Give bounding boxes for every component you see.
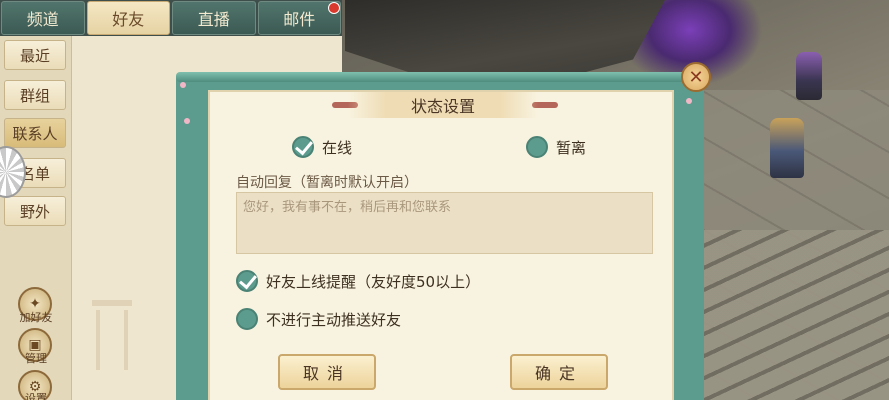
away-radio-icon[interactable]: [526, 136, 548, 158]
status-settings-dialog: 状态设置 ✕ 在线 暂离 自动回复（暂离时默认开启） 您好，我有事不在，稍后再和…: [176, 62, 711, 400]
blossom-decoration: [180, 82, 186, 88]
tab-channel[interactable]: 频道: [1, 1, 85, 35]
manage-label: 管理: [25, 352, 47, 365]
sidebar-item-recent[interactable]: 最近: [4, 40, 66, 70]
close-icon: ✕: [688, 66, 704, 88]
status-online-label: 在线: [322, 138, 353, 157]
cancel-button[interactable]: 取消: [278, 354, 376, 390]
sidebar-item-field[interactable]: 野外: [4, 196, 66, 226]
friend-online-alert-label: 好友上线提醒（友好度50以上）: [266, 272, 481, 291]
add-friend-label: 加好友: [19, 311, 53, 324]
blossom-decoration: [686, 98, 692, 104]
notification-dot: [328, 2, 340, 14]
chat-tabs: 频道 好友 直播 邮件: [0, 0, 342, 36]
npc-character[interactable]: [796, 52, 822, 100]
status-online-option[interactable]: 在线: [292, 136, 352, 158]
sidebar-item-groups[interactable]: 群组: [4, 80, 66, 110]
blossom-decoration: [184, 118, 190, 124]
sidebar-item-contacts[interactable]: 联系人: [4, 118, 66, 148]
status-away-label: 暂离: [556, 138, 587, 157]
no-push-friends-option[interactable]: 不进行主动推送好友: [236, 308, 401, 330]
auto-reply-label: 自动回复（暂离时默认开启）: [236, 175, 418, 191]
auto-reply-input[interactable]: 您好，我有事不在，稍后再和您联系: [236, 192, 653, 254]
friend-online-alert-option[interactable]: 好友上线提醒（友好度50以上）: [236, 270, 480, 292]
dialog-title: 状态设置: [348, 92, 538, 118]
tab-live[interactable]: 直播: [172, 1, 256, 35]
close-button[interactable]: ✕: [681, 62, 711, 92]
no-push-friends-label: 不进行主动推送好友: [266, 310, 402, 329]
online-radio-checked-icon[interactable]: [292, 136, 314, 158]
player-character[interactable]: [770, 118, 804, 178]
tab-friends[interactable]: 好友: [86, 1, 170, 35]
gate-watermark: [82, 300, 142, 370]
settings-label: 设置: [25, 392, 47, 400]
status-away-option[interactable]: 暂离: [526, 136, 586, 158]
dialog-top-bar: [176, 72, 704, 82]
no-push-checkbox-icon[interactable]: [236, 308, 258, 330]
confirm-button[interactable]: 确定: [510, 354, 608, 390]
friend-alert-checkbox-checked-icon[interactable]: [236, 270, 258, 292]
stone-stairs: [700, 230, 889, 400]
